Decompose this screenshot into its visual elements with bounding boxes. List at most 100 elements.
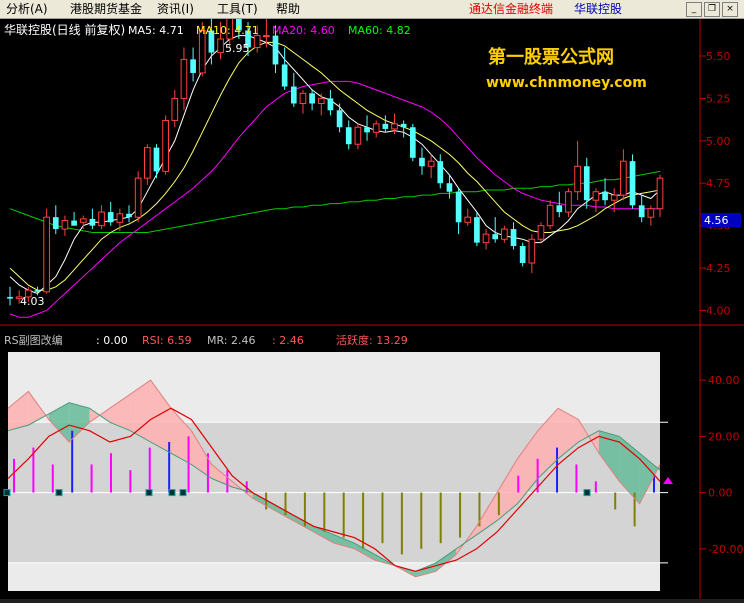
high-price-label: 5.95 [225, 42, 250, 55]
candle-body [583, 166, 590, 201]
candle-body [400, 123, 407, 128]
candle-body [409, 127, 416, 158]
candle-body [180, 58, 188, 99]
indicator-value-0: : 0.00 [96, 334, 128, 347]
menu-news[interactable]: 资讯(I) [157, 1, 194, 17]
close-button[interactable]: × [722, 2, 738, 17]
candle-body [61, 220, 69, 230]
ma5-label: MA5: 4.71 [128, 24, 184, 37]
candle-body [455, 191, 462, 223]
candle-body [510, 229, 517, 247]
candle-body [602, 191, 608, 201]
candle-body [629, 161, 636, 206]
candle-body [162, 119, 169, 172]
indicator-panel: 40.00 20.00 0.00 -20.00 RS副图改编 : 0.00 RSI: … [3, 325, 743, 603]
candle-body [107, 212, 114, 223]
candle-body [281, 64, 288, 87]
candle-body [354, 126, 362, 145]
low-price-label: 4.03 [20, 295, 45, 308]
price-tick-label: 4.75 [706, 177, 731, 190]
candle-body [217, 38, 224, 54]
indicator-tick-label: 20.00 [708, 430, 740, 443]
candle-body [501, 228, 508, 240]
candle-body [419, 157, 425, 167]
candle-body [126, 213, 132, 218]
signal-marker-icon [663, 477, 673, 484]
indicator-tick-label: 0.00 [708, 487, 733, 500]
watermark-url: www.chnmoney.com [486, 75, 647, 91]
indicator-tick-label: 40.00 [708, 374, 740, 387]
candle-body [52, 217, 59, 230]
candle-body [336, 110, 343, 128]
ma20-line [9, 80, 660, 318]
candle-body [492, 234, 499, 240]
ma10-label: MA10: 4.71 [196, 24, 259, 37]
candle-body [565, 191, 572, 213]
indicator-signal-dot [583, 489, 591, 497]
candle-body [446, 183, 453, 192]
menu-hk-futures[interactable]: 港股期货基金 [70, 1, 142, 17]
price-tick-label: 5.00 [706, 135, 731, 148]
candle-body [79, 218, 87, 223]
indicator-signal-dot [145, 489, 153, 497]
candle-body [382, 123, 389, 129]
indicator-signal-dot [168, 489, 176, 497]
candle-body [647, 208, 655, 218]
indicator-signal-dot [179, 489, 187, 497]
price-panel-title: 华联控股(日线 前复权) [4, 22, 125, 37]
candle-body [290, 86, 297, 104]
indicator-tick-label: -20.00 [708, 543, 743, 556]
candle-body [574, 165, 581, 193]
candle-body [89, 218, 96, 226]
candle-body [253, 35, 261, 48]
candle-body [592, 191, 600, 201]
restore-button[interactable]: ❐ [704, 2, 720, 17]
candle-body [610, 194, 618, 201]
indicator-title: RS副图改编 [4, 333, 63, 347]
candle-body [299, 92, 307, 104]
menu-analysis[interactable]: 分析(A) [6, 1, 48, 17]
candle-body [638, 205, 645, 218]
activity-label: 活跃度: 13.29 [336, 333, 408, 347]
candle-body [272, 35, 279, 65]
candle-body [620, 160, 627, 196]
candle-body [364, 127, 370, 133]
candle-body [372, 123, 380, 133]
indicator-value-3: : 2.46 [272, 334, 304, 347]
candle-body [309, 93, 315, 104]
candle-body [153, 147, 160, 172]
bottom-scrollbar[interactable] [0, 599, 744, 603]
menu-help[interactable]: 帮助 [276, 1, 300, 17]
rsi-label: RSI: 6.59 [142, 334, 192, 347]
candle-body [546, 204, 554, 227]
candle-body [391, 123, 398, 130]
candle-body [134, 177, 142, 218]
minimize-button[interactable]: _ [686, 2, 702, 17]
menu-tools[interactable]: 工具(T) [217, 1, 258, 17]
candle-body [474, 217, 480, 243]
menu-stock-name: 华联控股 [574, 2, 623, 16]
menu-promo[interactable]: 通达信金融终端 [469, 1, 553, 17]
ma60-line [9, 170, 661, 233]
indicator-signal-dot [3, 489, 11, 497]
candle-body [482, 233, 490, 244]
candle-body [7, 296, 13, 299]
candle-body [656, 177, 664, 210]
candle-body [71, 220, 77, 226]
current-price-label: 4.56 [704, 214, 729, 227]
candle-body [171, 97, 179, 121]
candle-body [317, 97, 325, 104]
candle-body [143, 147, 151, 179]
candle-body [528, 238, 536, 264]
candle-body [263, 35, 270, 38]
stock-chart[interactable]: 5.505.255.004.754.504.254.00 华联控股(日线 前复权… [0, 19, 744, 603]
candle-body [556, 205, 563, 213]
candle-body [437, 161, 444, 184]
mr-label: MR: 2.46 [207, 334, 256, 347]
watermark-title: 第一股票公式网 [488, 46, 614, 68]
candle-body [327, 98, 334, 111]
candle-body [464, 216, 472, 223]
ma60-label: MA60: 4.82 [348, 24, 411, 37]
ma20-label: MA20: 4.60 [272, 24, 335, 37]
candle-body [190, 59, 196, 73]
